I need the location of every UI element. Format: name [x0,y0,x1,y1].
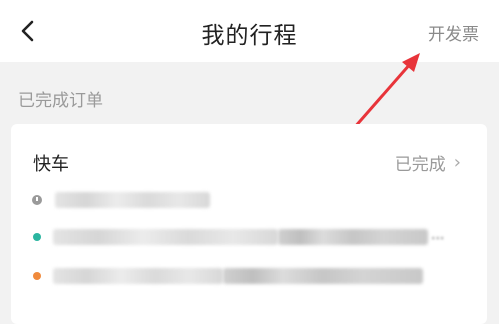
clock-icon [32,195,42,205]
trip-status-link[interactable]: 已完成 › [395,150,461,175]
trip-time-row [32,190,473,212]
start-address-ellipsis: ... [431,227,445,243]
end-address-redacted-2 [223,268,423,284]
start-point-dot [33,233,41,241]
trip-time-redacted [55,192,210,208]
trip-start-row: ... [33,227,473,249]
trip-card[interactable]: 快车 已完成 › ... [11,124,487,324]
start-address-redacted-2 [278,229,428,245]
top-nav-bar: 我的行程 开发票 [0,0,499,62]
invoice-button[interactable]: 开发票 [428,20,479,45]
chevron-right-icon: › [453,152,461,173]
trip-type-label: 快车 [33,154,69,175]
start-address-redacted [53,229,278,245]
end-point-dot [33,272,41,280]
end-address-redacted [53,268,223,284]
trip-status-text: 已完成 [394,155,446,175]
trip-end-row [33,266,473,288]
completed-orders-label: 已完成订单 [18,91,103,111]
page-title: 我的行程 [201,23,298,49]
